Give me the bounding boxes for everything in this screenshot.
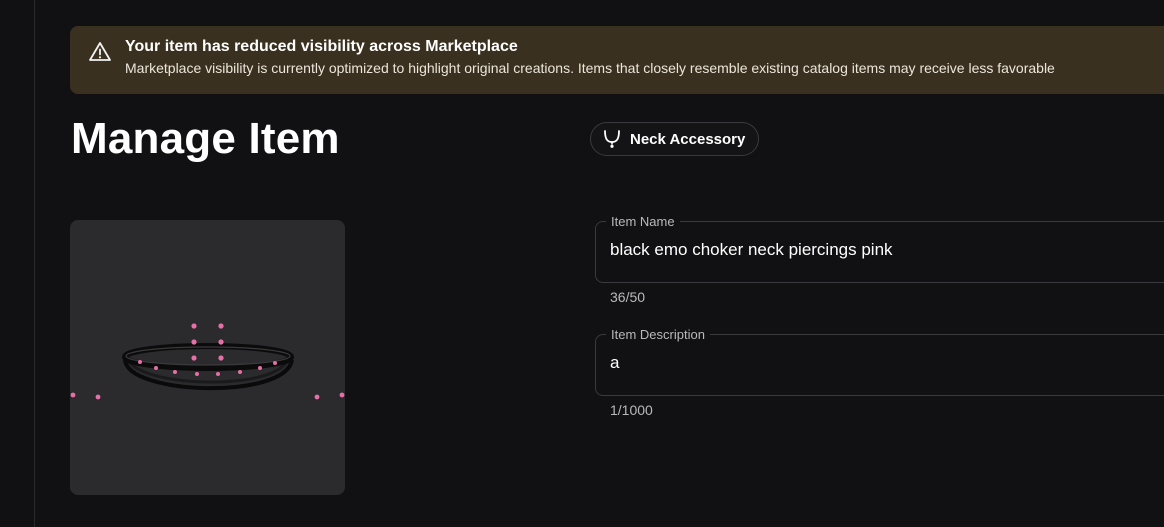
item-name-char-counter: 36/50 bbox=[610, 289, 646, 305]
banner-message: Marketplace visibility is currently opti… bbox=[125, 60, 1055, 76]
category-label: Neck Accessory bbox=[630, 130, 746, 148]
item-description-char-counter: 1/1000 bbox=[610, 402, 653, 418]
necklace-icon bbox=[604, 130, 620, 148]
item-thumbnail bbox=[70, 220, 345, 495]
page-title: Manage Item bbox=[71, 114, 340, 163]
banner-title: Your item has reduced visibility across … bbox=[125, 38, 518, 55]
category-chip: Neck Accessory bbox=[590, 122, 760, 156]
item-name-input[interactable] bbox=[610, 240, 1164, 260]
warning-triangle-icon bbox=[89, 42, 111, 61]
item-description-label: Item Description bbox=[606, 327, 710, 342]
choker-preview-image bbox=[70, 323, 345, 400]
item-description-field: Item Description bbox=[595, 327, 1164, 396]
item-name-label: Item Name bbox=[606, 214, 680, 229]
left-rail-divider bbox=[34, 0, 35, 527]
item-name-field: Item Name bbox=[595, 214, 1164, 283]
item-description-input[interactable] bbox=[610, 353, 1164, 373]
manage-item-page: Your item has reduced visibility across … bbox=[0, 0, 1164, 527]
visibility-warning-banner: Your item has reduced visibility across … bbox=[70, 26, 1164, 94]
